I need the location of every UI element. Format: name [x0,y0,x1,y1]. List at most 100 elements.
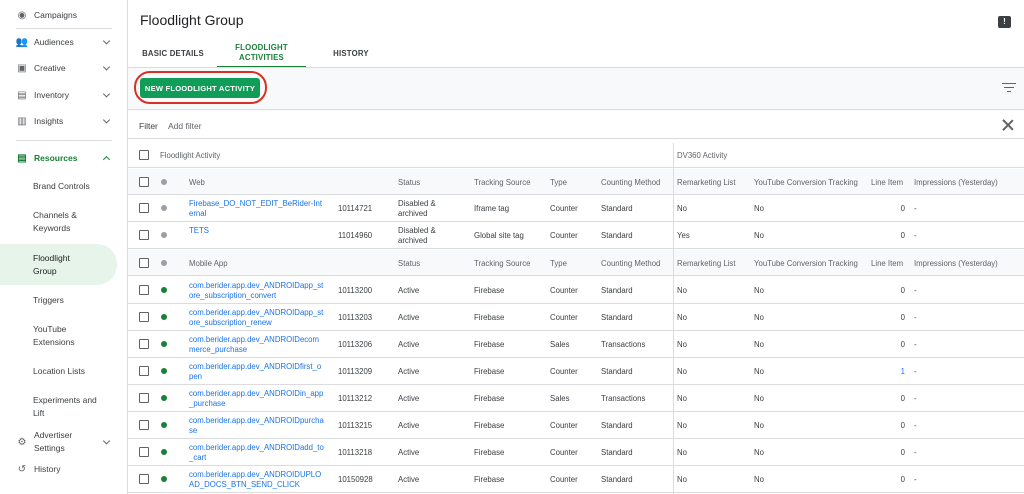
filter-list-icon[interactable] [1002,83,1016,93]
sidebar-item-history[interactable]: ↺ History [0,462,127,476]
cell-counting-method: Standard [601,286,633,295]
column-header-counting-method[interactable]: Counting Method [601,259,660,269]
activity-name-link[interactable]: com.berider.app.dev_ANDROIDapp_store_sub… [189,308,325,327]
sidebar-subitem-triggers[interactable]: Triggers [0,292,117,308]
cell-youtube-conversion: No [754,204,764,213]
tab-floodlight-activities[interactable]: FLOODLIGHT ACTIVITIES [217,40,306,68]
cell-type: Counter [550,367,578,376]
column-header-impressions[interactable]: Impressions (Yesterday) [914,259,998,269]
sidebar-subitem-location-lists[interactable]: Location Lists [0,363,117,379]
cell-impressions: - [914,367,917,376]
cell-remarketing-list: No [677,394,687,403]
cell-remarketing-list: No [677,340,687,349]
cell-type: Counter [550,286,578,295]
cell-tracking-source: Firebase [474,448,505,457]
column-header-type[interactable]: Type [550,178,567,188]
tab-history[interactable]: HISTORY [316,40,386,68]
column-header-tracking-source[interactable]: Tracking Source [474,259,530,269]
sidebar-item-insights[interactable]: ▥ Insights [0,114,127,128]
cell-counting-method: Transactions [601,340,646,349]
sidebar-subitem-youtube-extensions[interactable]: YouTube Extensions [0,321,117,351]
activity-name-link[interactable]: com.berider.app.dev_ANDROIDadd_to_cart [189,443,325,462]
cell-status: Active [398,340,420,349]
campaigns-icon: ◉ [17,9,27,21]
table-group-header: Floodlight Activity DV360 Activity [128,143,1024,168]
sidebar-subitem-experiments-lift[interactable]: Experiments and Lift [0,392,117,422]
audiences-icon: 👥 [15,36,29,48]
tab-basic-details[interactable]: BASIC DETAILS [136,40,210,68]
section-checkbox[interactable] [139,177,149,187]
activity-name-link[interactable]: com.berider.app.dev_ANDROIDfirst_open [189,362,325,381]
column-header-type[interactable]: Type [550,259,567,269]
sidebar-item-campaigns[interactable]: ◉ Campaigns [0,8,127,22]
sidebar-subitem-label: Floodlight Group [33,252,70,276]
sidebar-item-audiences[interactable]: 👥 Audiences [0,35,127,49]
new-floodlight-activity-button[interactable]: NEW FLOODLIGHT ACTIVITY [140,78,260,98]
cell-counting-method: Standard [601,313,633,322]
select-all-checkbox[interactable] [139,150,149,160]
table-row: com.berider.app.dev_ANDROIDapp_store_sub… [128,277,1024,304]
sidebar-subitem-brand-controls[interactable]: Brand Controls [0,178,117,194]
activity-id: 10113200 [338,286,373,295]
sidebar-item-creative[interactable]: ▣ Creative [0,61,127,75]
column-header-status[interactable]: Status [398,259,420,269]
cell-type: Counter [550,231,578,240]
history-icon: ↺ [17,463,27,475]
activity-name-link[interactable]: com.berider.app.dev_ANDROIDpurchase [189,416,325,435]
cell-tracking-source: Firebase [474,286,505,295]
row-checkbox[interactable] [139,203,149,213]
cell-line-item[interactable]: 1 [871,367,905,377]
sidebar-item-inventory[interactable]: ▤ Inventory [0,88,127,102]
cell-type: Counter [550,421,578,430]
row-checkbox[interactable] [139,339,149,349]
cell-type: Counter [550,448,578,457]
row-checkbox[interactable] [139,474,149,484]
close-icon[interactable] [1002,119,1014,131]
feedback-icon[interactable]: ! [998,16,1011,28]
sidebar-item-resources[interactable]: ▤ Resources [0,151,127,165]
activity-name-link[interactable]: com.berider.app.dev_ANDROIDecommerce_pur… [189,335,325,354]
column-header-impressions[interactable]: Impressions (Yesterday) [914,178,998,188]
sidebar-subitem-channels-keywords[interactable]: Channels & Keywords [0,207,110,237]
activity-id: 10113215 [338,421,373,430]
cell-impressions: - [914,421,917,430]
activity-id: 10113203 [338,313,373,322]
column-header-youtube-conversion[interactable]: YouTube Conversion Tracking [754,178,858,188]
sidebar-item-label: Inventory [34,90,69,100]
cell-tracking-source: Firebase [474,394,505,403]
row-checkbox[interactable] [139,312,149,322]
row-checkbox[interactable] [139,393,149,403]
column-header-counting-method[interactable]: Counting Method [601,178,660,188]
column-header-status[interactable]: Status [398,178,420,188]
activity-name-link[interactable]: TETS [189,226,325,236]
cell-line-item: 0 [900,475,905,484]
status-dot-icon [161,287,167,293]
column-header-tracking-source[interactable]: Tracking Source [474,178,530,188]
row-checkbox[interactable] [139,285,149,295]
table-row: TETS 11014960 Disabled & archived Global s… [128,222,1024,249]
section-checkbox[interactable] [139,258,149,268]
cell-type: Counter [550,313,578,322]
cell-youtube-conversion: No [754,394,764,403]
column-header-line-item[interactable]: Line Item [871,178,903,188]
creative-icon: ▣ [17,62,27,74]
column-header-remarketing-list[interactable]: Remarketing List [677,259,736,269]
table-section-header: Mobile App Status Tracking Source Type Count… [128,250,1024,276]
sidebar-subitem-floodlight-group[interactable]: Floodlight Group [0,244,117,285]
activity-name-link[interactable]: Firebase_DO_NOT_EDIT_BeRider-Internal [189,199,325,218]
row-checkbox[interactable] [139,447,149,457]
row-checkbox[interactable] [139,420,149,430]
column-header-line-item[interactable]: Line Item [871,259,903,269]
activity-name-link[interactable]: com.berider.app.dev_ANDROIDUPLOAD_DOCS_B… [189,470,325,489]
column-header-youtube-conversion[interactable]: YouTube Conversion Tracking [754,259,858,269]
sidebar-item-advertiser-settings[interactable]: ⚙ Advertiser Settings [0,428,127,456]
filter-input[interactable] [168,119,368,132]
activity-name-link[interactable]: com.berider.app.dev_ANDROIDin_app_purcha… [189,389,325,408]
sidebar-divider [16,140,112,141]
cell-line-item: 0 [900,421,905,430]
row-checkbox[interactable] [139,366,149,376]
activity-name-link[interactable]: com.berider.app.dev_ANDROIDapp_store_sub… [189,281,325,300]
row-checkbox[interactable] [139,230,149,240]
chevron-down-icon [102,437,111,445]
column-header-remarketing-list[interactable]: Remarketing List [677,178,736,188]
